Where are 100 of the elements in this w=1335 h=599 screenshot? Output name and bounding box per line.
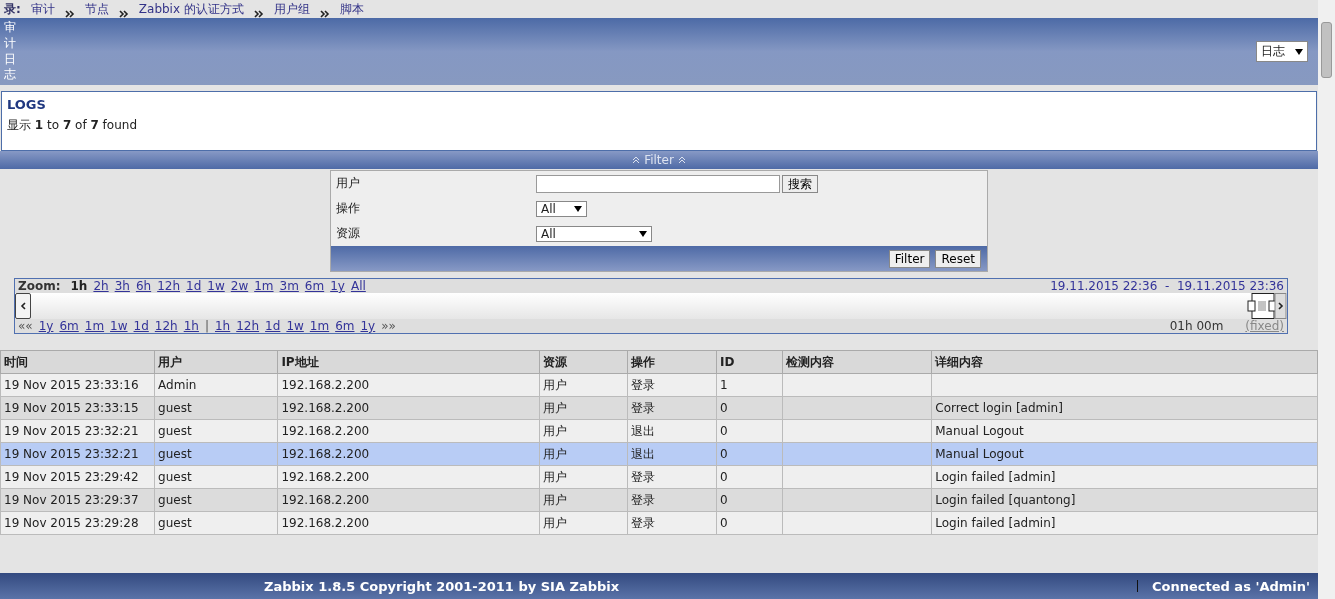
divider-mark: | [204, 319, 209, 333]
table-cell: Login failed [admin] [931, 511, 1318, 535]
table-cell: 192.168.2.200 [277, 373, 540, 397]
table-cell: 19 Nov 2015 23:32:21 [0, 419, 155, 443]
table-cell: Manual Logout [931, 419, 1318, 443]
zoom-link[interactable]: 1y [330, 279, 345, 293]
zoom-link[interactable]: 3h [114, 279, 130, 293]
field-label: 操作 [336, 200, 361, 217]
dropdown-arrow-icon [639, 230, 647, 237]
back-link[interactable]: 1d [133, 319, 149, 333]
table-cell: 0 [716, 396, 783, 420]
table-cell: Correct login [admin] [931, 396, 1318, 420]
table-cell: 登录 [627, 396, 717, 420]
double-chevron-icon [118, 10, 129, 18]
breadcrumb-link[interactable]: 审计 [30, 1, 55, 18]
table-cell: 登录 [627, 511, 717, 535]
table-cell: 用户 [539, 488, 628, 512]
table-cell: 用户 [539, 442, 628, 466]
table-cell: Admin [154, 373, 278, 397]
back-link[interactable]: 1y [38, 319, 54, 333]
table-cell: 0 [716, 465, 783, 489]
results-summary: 显示 1 to 7 of 7 found [7, 118, 138, 134]
page-title: 审计日志 [4, 19, 16, 84]
table-cell: 19 Nov 2015 23:29:42 [0, 465, 155, 489]
chevron-left-icon [20, 302, 26, 310]
timeline-handle[interactable] [1247, 293, 1287, 319]
column-header: 用户 [154, 350, 278, 374]
reset-button[interactable]: Reset [935, 249, 981, 268]
select-field[interactable]: All [536, 225, 652, 242]
forward-link[interactable]: 1w [286, 319, 304, 333]
breadcrumb-link[interactable]: Zabbix 的认证方式 [138, 1, 244, 18]
table-cell: 退出 [627, 419, 717, 443]
view-select[interactable]: 日志 [1256, 41, 1308, 62]
table-cell: 192.168.2.200 [277, 488, 540, 512]
forward-all-link[interactable]: »» [381, 319, 396, 333]
user-input[interactable] [536, 174, 780, 193]
table-cell: guest [154, 488, 278, 512]
scrollbar[interactable] [1318, 0, 1335, 599]
zoom-link[interactable]: 6m [304, 279, 325, 293]
forward-link[interactable]: 1m [309, 319, 330, 333]
zoom-link[interactable]: 3m [279, 279, 299, 293]
double-chevron-icon [253, 10, 264, 18]
search-button[interactable]: 搜索 [782, 174, 818, 193]
table-row[interactable]: 19 Nov 2015 23:33:15 guest 192.168.2.200 用户 登录 0 Correct login [admin] [0, 396, 1318, 420]
breadcrumb-link[interactable]: 脚本 [339, 1, 364, 18]
zoom-link[interactable]: 1h [70, 279, 88, 293]
zoom-link[interactable]: All [350, 279, 366, 293]
table-cell: 0 [716, 511, 783, 535]
connected-user: Connected as 'Admin' [1152, 578, 1310, 594]
table-cell: 192.168.2.200 [277, 396, 540, 420]
double-chevron-up-icon [632, 156, 641, 164]
zoom-link[interactable]: 2h [93, 279, 109, 293]
table-cell: 19 Nov 2015 23:29:28 [0, 511, 155, 535]
select-field[interactable]: All [536, 200, 587, 217]
date-range: 19.11.2015 22:36 - 19.11.2015 23:36 [1050, 279, 1284, 293]
table-row[interactable]: 19 Nov 2015 23:32:21 guest 192.168.2.200 用户 退出 0 Manual Logout [0, 442, 1318, 466]
table-row[interactable]: 19 Nov 2015 23:29:37 guest 192.168.2.200 用户 登录 0 Login failed [quantong] [0, 488, 1318, 512]
forward-link[interactable]: 1y [360, 319, 376, 333]
zoom-link[interactable]: 1w [207, 279, 225, 293]
table-cell: 用户 [539, 396, 628, 420]
zoom-link[interactable]: 6h [135, 279, 152, 293]
zoom-link[interactable]: 12h [157, 279, 181, 293]
table-cell: 0 [716, 488, 783, 512]
table-row[interactable]: 19 Nov 2015 23:33:16 Admin 192.168.2.200 用户 登录 1 [0, 373, 1318, 397]
filter-button[interactable]: Filter [888, 249, 931, 268]
double-chevron-up-icon [677, 156, 686, 164]
zoom-link[interactable]: 1d [186, 279, 202, 293]
breadcrumb-link[interactable]: 节点 [84, 1, 109, 18]
table-cell: Login failed [admin] [931, 465, 1318, 489]
zoom-link[interactable]: 1m [254, 279, 274, 293]
table-cell: 登录 [627, 373, 717, 397]
column-header: 详细内容 [931, 350, 1318, 374]
table-cell: 用户 [539, 465, 628, 489]
forward-link[interactable]: 6m [335, 319, 355, 333]
table-cell: 192.168.2.200 [277, 511, 540, 535]
field-label: 用户 [336, 175, 361, 192]
forward-link[interactable]: 1h [215, 319, 231, 333]
double-chevron-icon [64, 10, 75, 18]
table-row[interactable]: 19 Nov 2015 23:29:28 guest 192.168.2.200 用户 登录 0 Login failed [admin] [0, 511, 1318, 535]
table-cell: 登录 [627, 488, 717, 512]
table-cell: 0 [716, 419, 783, 443]
back-link[interactable]: 6m [59, 319, 79, 333]
table-row[interactable]: 19 Nov 2015 23:29:42 guest 192.168.2.200 用户 登录 0 Login failed [admin] [0, 465, 1318, 489]
table-cell: 用户 [539, 511, 628, 535]
back-link[interactable]: 12h [154, 319, 178, 333]
forward-link[interactable]: 1d [265, 319, 281, 333]
breadcrumb-link[interactable]: 用户组 [273, 1, 310, 18]
zoom-label: Zoom: [18, 279, 61, 293]
scroll-left-button[interactable] [15, 293, 31, 319]
table-row[interactable]: 19 Nov 2015 23:32:21 guest 192.168.2.200 用户 退出 0 Manual Logout [0, 419, 1318, 443]
zoom-link[interactable]: 2w [230, 279, 249, 293]
forward-link[interactable]: 12h [236, 319, 260, 333]
column-header: 资源 [539, 350, 628, 374]
back-link[interactable]: 1m [84, 319, 105, 333]
dropdown-arrow-icon [574, 205, 582, 212]
back-all-link[interactable]: «« [18, 319, 33, 333]
logs-title: LOGS [7, 97, 47, 112]
back-link[interactable]: 1h [183, 319, 199, 333]
back-link[interactable]: 1w [110, 319, 128, 333]
table-cell: guest [154, 465, 278, 489]
